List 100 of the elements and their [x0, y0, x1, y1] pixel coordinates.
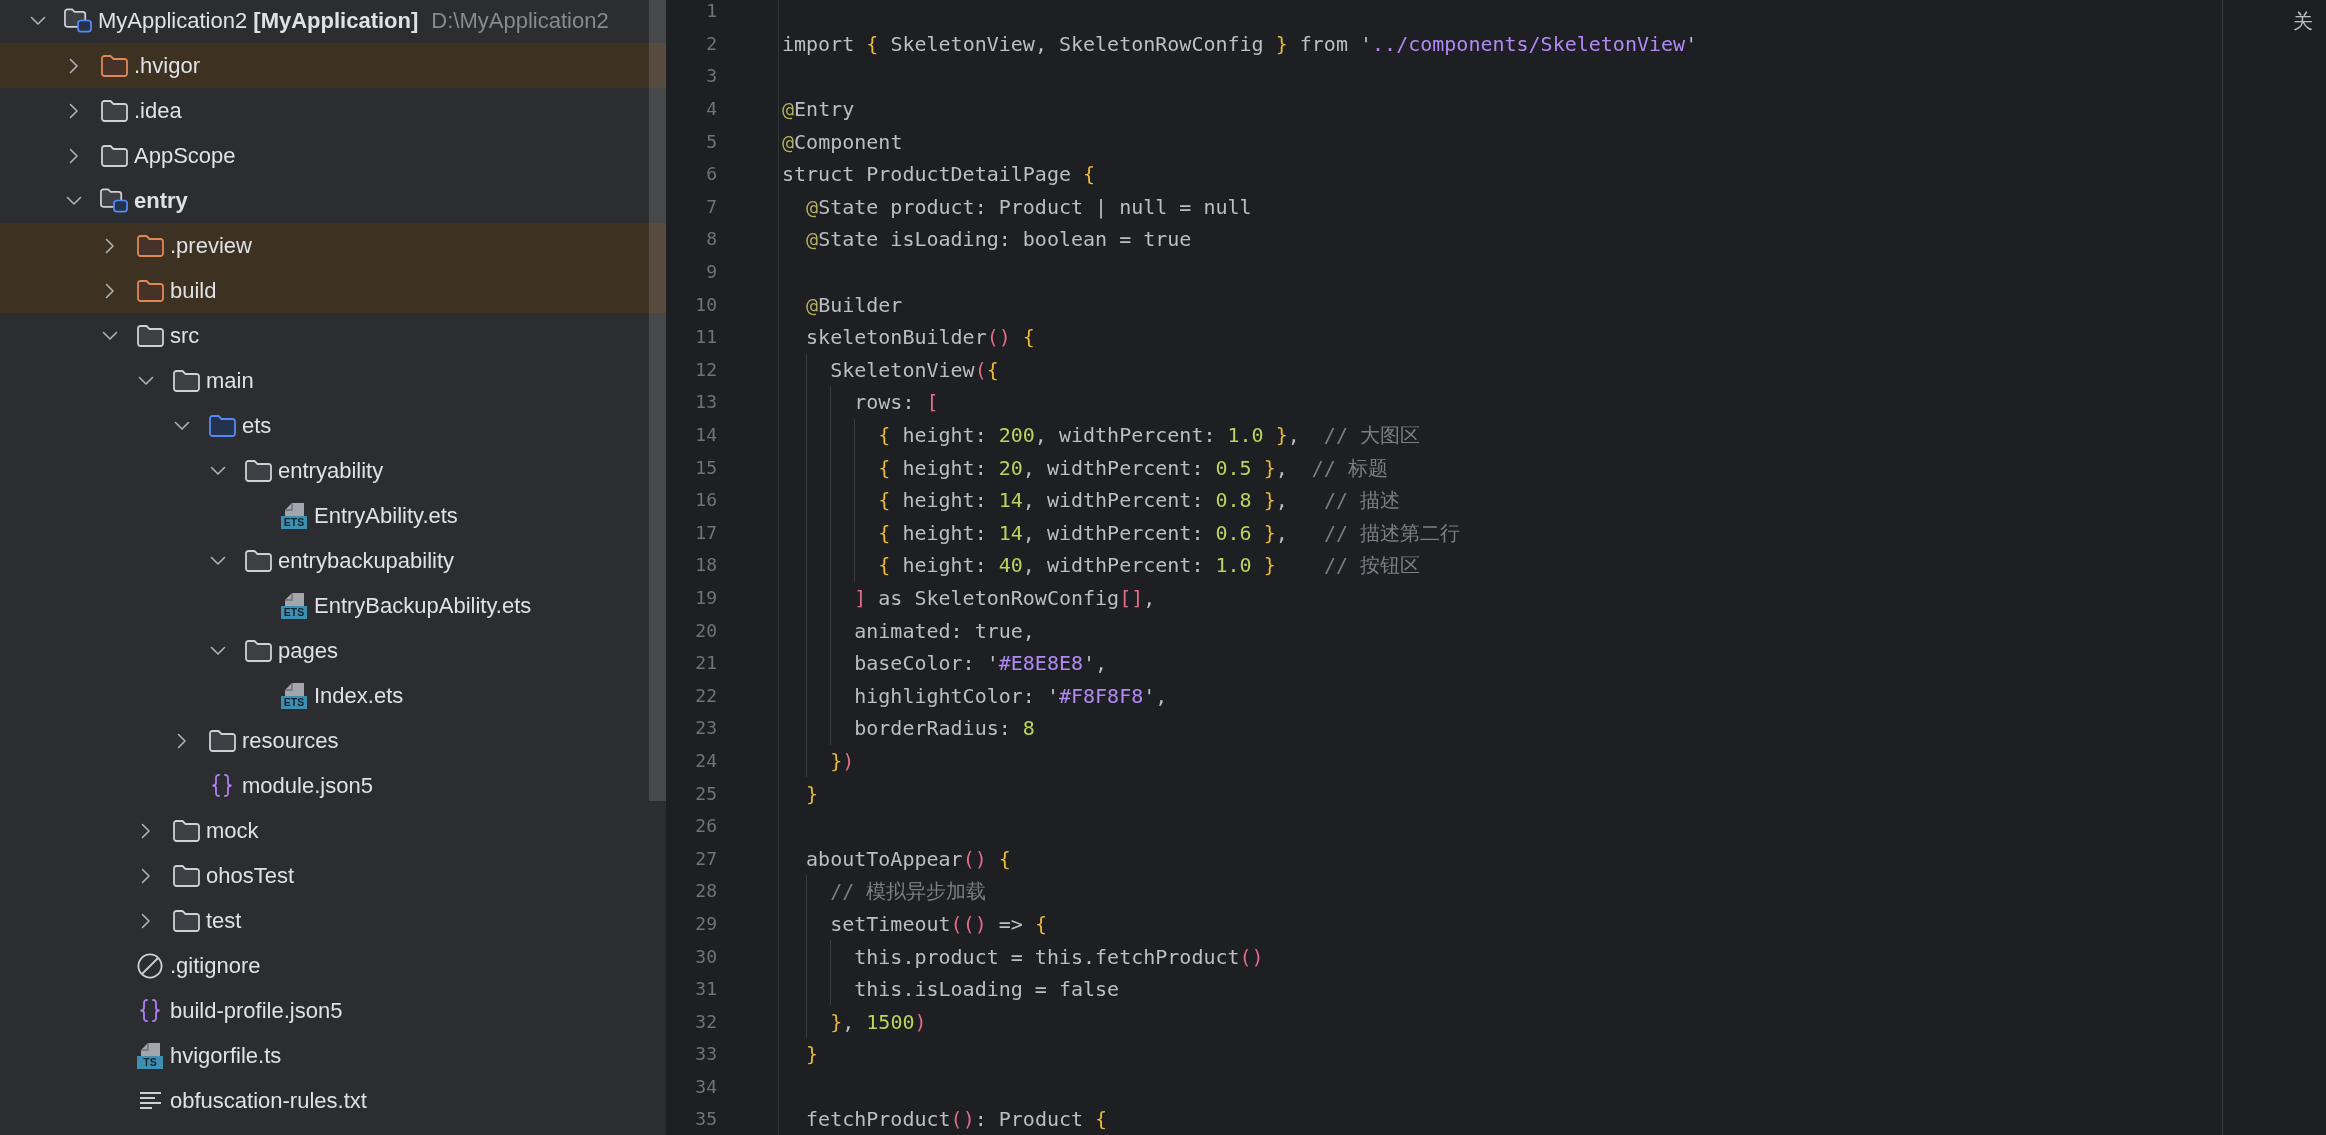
chevron-right-icon[interactable]	[141, 822, 151, 839]
line-number: 19	[695, 587, 717, 609]
tree-item[interactable]: obfuscation-rules.txt	[170, 1087, 367, 1114]
code-line: ] as SkeletonRowConfig[],	[854, 586, 1156, 610]
chevron-down-icon[interactable]	[210, 555, 226, 566]
tree-item[interactable]: module.json5	[242, 772, 373, 799]
line-number: 32	[695, 1010, 717, 1033]
close-button[interactable]: 关	[2291, 8, 2315, 34]
line-number: 26	[695, 815, 717, 838]
folder-icon	[244, 639, 272, 662]
tree-item[interactable]: entry	[134, 187, 188, 214]
tree-item[interactable]: AppScope	[134, 142, 236, 169]
tree-item[interactable]: build	[170, 277, 217, 304]
tree-item[interactable]: entryability	[278, 457, 384, 484]
line-number: 31	[695, 978, 717, 1001]
code-line: { height: 40, widthPercent: 1.0 } // 按钮区	[878, 553, 1420, 578]
tree-item[interactable]: MyApplication2 [MyApplication]	[98, 7, 419, 34]
line-number: 12	[695, 358, 717, 381]
tree-item[interactable]: build-profile.json5	[170, 997, 343, 1024]
code-line: { height: 14, widthPercent: 0.8 }, // 描述	[878, 488, 1400, 513]
code-line: // 模拟异步加载	[830, 879, 987, 904]
chevron-down-icon[interactable]	[66, 195, 82, 206]
document-icon	[284, 502, 304, 516]
tree-item[interactable]: pages	[278, 637, 338, 664]
braces-icon	[139, 999, 161, 1022]
tree-item[interactable]: hvigorfile.ts	[170, 1042, 282, 1069]
line-number: 28	[695, 880, 717, 903]
tree-item[interactable]: .gitignore	[170, 952, 261, 979]
tree-item[interactable]: mock	[206, 817, 259, 844]
tree-item[interactable]: EntryAbility.ets	[314, 502, 458, 529]
chevron-down-icon[interactable]	[174, 420, 190, 431]
code-line: borderRadius: 8	[854, 716, 1035, 741]
chevron-right-icon[interactable]	[177, 732, 187, 749]
chevron-right-icon[interactable]	[105, 282, 115, 299]
module-folder-icon	[64, 8, 92, 33]
code-line: @State product: Product | null = null	[806, 194, 1252, 219]
project-path: D:\MyApplication2	[431, 7, 609, 34]
code-line: { height: 14, widthPercent: 0.6 }, // 描述第二行	[878, 520, 1460, 545]
line-number: 3	[706, 65, 717, 88]
tree-item[interactable]: resources	[242, 727, 339, 754]
folder-icon	[208, 414, 236, 437]
chevron-right-icon[interactable]	[69, 147, 79, 164]
code-line: { height: 20, widthPercent: 0.5 }, // 标题	[878, 455, 1388, 480]
code-line: skeletonBuilder() {	[806, 325, 1035, 350]
line-number: 1	[706, 0, 717, 23]
tree-item[interactable]: .hvigor	[134, 52, 201, 79]
tree-item[interactable]: test	[206, 907, 242, 934]
code-line: animated: true,	[854, 618, 1035, 643]
scrollbar-thumb[interactable]	[649, 0, 666, 801]
line-number: 24	[695, 749, 717, 772]
code-line: }	[806, 1042, 819, 1067]
line-number: 35	[695, 1108, 717, 1131]
code-line: setTimeout(() => {	[830, 911, 1047, 936]
line-number: 5	[706, 130, 717, 153]
module-folder-icon	[100, 188, 128, 213]
slashed-circle-icon	[137, 952, 163, 979]
line-number: 16	[695, 489, 717, 512]
line-number: 30	[695, 945, 717, 968]
folder-icon	[172, 819, 200, 842]
line-number: 21	[695, 652, 717, 675]
tree-item[interactable]: .idea	[134, 97, 182, 124]
line-number: 4	[706, 98, 717, 121]
tree-item[interactable]: main	[206, 367, 254, 394]
chevron-down-icon[interactable]	[30, 15, 46, 26]
folder-icon	[244, 549, 272, 572]
code-line: this.product = this.fetchProduct()	[854, 944, 1264, 969]
braces-icon	[211, 774, 233, 797]
tree-item[interactable]: .preview	[170, 232, 252, 259]
line-number: 15	[695, 456, 717, 479]
code-line: struct ProductDetailPage {	[782, 162, 1096, 187]
line-number: 17	[695, 521, 717, 544]
line-number: 13	[695, 391, 717, 414]
line-number: 29	[695, 912, 717, 935]
chevron-down-icon[interactable]	[210, 645, 226, 656]
chevron-right-icon[interactable]	[69, 57, 79, 74]
code-line: this.isLoading = false	[854, 977, 1120, 1002]
code-line: rows: [	[854, 390, 939, 415]
code-line: import { SkeletonView, SkeletonRowConfig } from '../components/SkeletonView'	[782, 31, 1698, 56]
tree-item[interactable]: EntryBackupAbility.ets	[314, 592, 532, 619]
line-number: 33	[695, 1043, 717, 1066]
chevron-down-icon[interactable]	[210, 465, 226, 476]
code-line: }	[806, 781, 819, 806]
tree-item[interactable]: ets	[242, 412, 272, 439]
chevron-right-icon[interactable]	[105, 237, 115, 254]
line-number: 25	[695, 782, 717, 805]
line-number: 7	[706, 195, 717, 218]
document-icon	[284, 592, 304, 606]
tree-item[interactable]: src	[170, 322, 200, 349]
chevron-right-icon[interactable]	[141, 912, 151, 929]
chevron-down-icon[interactable]	[138, 375, 154, 386]
chevron-right-icon[interactable]	[69, 102, 79, 119]
line-number: 2	[706, 32, 717, 55]
tree-item[interactable]: entrybackupability	[278, 547, 455, 574]
tree-item[interactable]: ohosTest	[206, 862, 295, 889]
tree-item[interactable]: Index.ets	[314, 682, 404, 709]
code-line: highlightColor: '#F8F8F8',	[854, 683, 1168, 708]
folder-icon	[244, 459, 272, 482]
chevron-down-icon[interactable]	[102, 330, 118, 341]
code-line: @State isLoading: boolean = true	[806, 227, 1192, 252]
chevron-right-icon[interactable]	[141, 867, 151, 884]
